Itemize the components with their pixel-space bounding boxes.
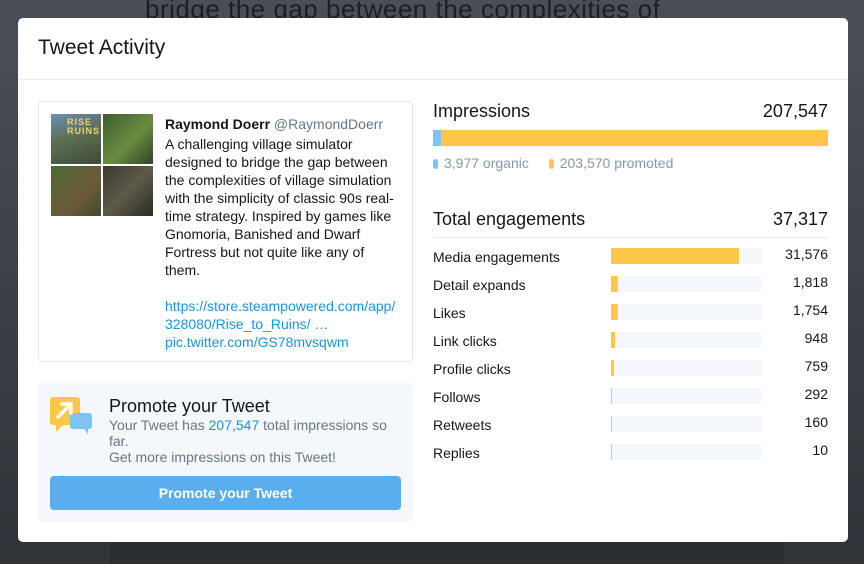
engagement-row: Link clicks 948 (433, 330, 828, 358)
promote-desc-prefix: Your Tweet has (109, 417, 209, 433)
engagements-list: Media engagements 31,576 Detail expands … (433, 246, 828, 470)
engagement-bar-track (611, 248, 762, 264)
engagement-bar-fill (611, 248, 739, 264)
media-thumbnail[interactable] (51, 166, 101, 216)
engagement-bar-track (611, 360, 762, 376)
engagement-row: Replies 10 (433, 442, 828, 470)
engagement-name: Media engagements (433, 249, 560, 265)
engagements-label: Total engagements (433, 209, 586, 229)
engagement-bar-track (611, 304, 762, 320)
engagement-name: Replies (433, 445, 480, 461)
engagement-bar-fill (611, 332, 615, 348)
engagement-bar-track (611, 276, 762, 292)
engagement-name: Detail expands (433, 277, 526, 293)
promote-tweet-button[interactable]: Promote your Tweet (50, 476, 401, 510)
impressions-label: Impressions (433, 101, 531, 121)
engagement-bar-track (611, 388, 762, 404)
promote-impressions-count: 207,547 (208, 417, 260, 433)
impressions-total: 207,547 (762, 101, 828, 121)
analytics-panel: Impressions 207,547 3,977 organic 203,57… (433, 101, 828, 461)
engagement-count: 948 (804, 330, 828, 346)
impressions-legend: 3,977 organic 203,570 promoted (433, 155, 673, 171)
tweet-link-line[interactable]: https://store.steampowered.com/app/ (165, 297, 403, 315)
engagement-name: Likes (433, 305, 466, 321)
modal-title: Tweet Activity (38, 36, 166, 59)
engagements-total: 37,317 (772, 209, 828, 229)
engagement-count: 31,576 (785, 246, 828, 262)
tweet-media-link[interactable]: pic.twitter.com/GS78mvsqwm (165, 333, 403, 351)
tweet-text: A challenging village simulator designed… (165, 136, 394, 278)
engagement-name: Follows (433, 389, 481, 405)
engagement-row: Media engagements 31,576 (433, 246, 828, 274)
organic-legend-label: 3,977 organic (444, 155, 529, 171)
promoted-legend-label: 203,570 promoted (559, 155, 674, 171)
engagement-bar-track (611, 416, 762, 432)
tweet-card[interactable]: RISE RUINS Raymond Doerr @RaymondDoerr A… (38, 101, 413, 362)
engagement-count: 759 (804, 358, 828, 374)
promote-title: Promote your Tweet (109, 396, 270, 416)
modal-header: Tweet Activity (18, 18, 848, 80)
tweet-activity-modal: Tweet Activity RISE RUINS Raymond Doerr … (18, 18, 848, 542)
engagement-count: 292 (804, 386, 828, 402)
engagement-bar-fill (611, 444, 613, 460)
game-logo: RISE RUINS (67, 117, 101, 136)
author-handle[interactable]: @RaymondDoerr (274, 116, 383, 132)
impressions-header: Impressions 207,547 (433, 101, 828, 125)
media-thumbnail[interactable] (103, 166, 153, 216)
organic-dot-icon (433, 159, 438, 169)
background-strip (110, 542, 784, 564)
engagement-row: Likes 1,754 (433, 302, 828, 330)
engagement-bar-track (611, 444, 762, 460)
engagement-bar-fill (611, 416, 613, 432)
promote-description: Your Tweet has 207,547 total impressions… (109, 417, 399, 449)
tweet-author: Raymond Doerr @RaymondDoerr (165, 115, 403, 133)
promote-panel: Promote your Tweet Your Tweet has 207,54… (38, 383, 413, 522)
tweet-media-grid[interactable]: RISE RUINS (51, 114, 153, 216)
engagement-count: 160 (804, 414, 828, 430)
engagement-name: Profile clicks (433, 361, 511, 377)
engagement-row: Follows 292 (433, 386, 828, 414)
tweet-link-line[interactable]: 328080/Rise_to_Ruins/ … (165, 315, 403, 333)
engagement-count: 1,818 (792, 274, 828, 290)
engagement-bar-fill (611, 388, 613, 404)
engagement-row: Detail expands 1,818 (433, 274, 828, 302)
tweet-links: https://store.steampowered.com/app/ 3280… (165, 297, 403, 351)
engagement-count: 10 (812, 442, 828, 458)
media-thumbnail[interactable] (103, 114, 153, 164)
engagements-header: Total engagements 37,317 (433, 209, 828, 238)
author-name[interactable]: Raymond Doerr (165, 116, 270, 132)
engagement-bar-fill (611, 276, 619, 292)
impressions-organic-fill (433, 130, 441, 146)
engagement-count: 1,754 (792, 302, 828, 318)
tweet-body: Raymond Doerr @RaymondDoerr A challengin… (165, 115, 403, 351)
engagement-row: Retweets 160 (433, 414, 828, 442)
engagement-row: Profile clicks 759 (433, 358, 828, 386)
promoted-dot-icon (548, 159, 554, 169)
media-thumbnail[interactable]: RISE RUINS (51, 114, 101, 164)
engagement-bar-fill (611, 360, 615, 376)
engagement-name: Link clicks (433, 333, 497, 349)
engagement-bar-track (611, 332, 762, 348)
engagement-bar-fill (611, 304, 619, 320)
impressions-bar (433, 130, 828, 146)
engagement-name: Retweets (433, 417, 492, 433)
megaphone-arrow-icon (50, 395, 94, 435)
promote-subtext: Get more impressions on this Tweet! (109, 449, 336, 465)
